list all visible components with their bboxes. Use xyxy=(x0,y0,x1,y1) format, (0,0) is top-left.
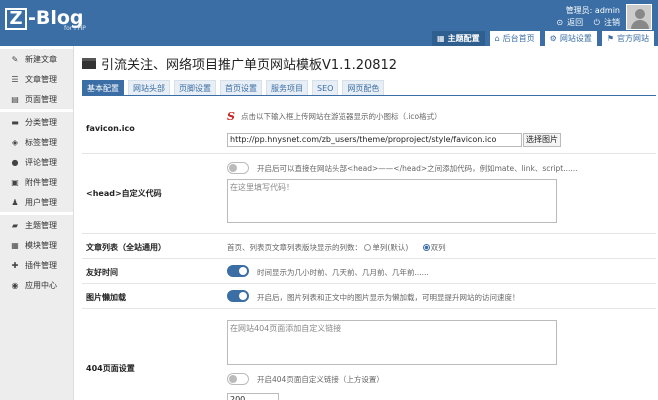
settings-icon: ⚙ xyxy=(549,34,557,43)
user-label: 管理员: admin xyxy=(565,6,620,15)
page-title: 引流关注、网络项目推广单页网站模板V1.1.20812 xyxy=(82,46,656,80)
tab-admin-home[interactable]: ⌂ 后台首页 xyxy=(489,31,540,46)
edit-icon: ✎ xyxy=(11,54,19,64)
tab-services[interactable]: 服务项目 xyxy=(266,80,308,95)
top-header: Z -Blog for PHP 管理员: admin ⊙ 返回 ⏻ 注销 ▦ 主题配置… xyxy=(0,0,658,46)
tab-site-settings[interactable]: ⚙ 网站设置 xyxy=(544,31,597,46)
sidebar-item-tags[interactable]: ◈ 标签管理 xyxy=(0,132,73,152)
sidebar-item-articles[interactable]: ☰ 文章管理 xyxy=(0,69,73,89)
head-code-label: <head>自定义代码 xyxy=(86,189,162,198)
back-link[interactable]: ⊙ 返回 xyxy=(552,18,583,27)
sidebar-item-pages[interactable]: ▤ 页面管理 xyxy=(0,89,73,109)
sidebar-item-app-center[interactable]: ◉ 应用中心 xyxy=(0,275,73,295)
page404-row: 404页面设置 在网站404页面添加自定义链接 开启404页面自定义链接（上方设… xyxy=(82,309,656,400)
logo-subtitle: for PHP xyxy=(64,25,86,32)
tab-official-site[interactable]: ⚑ 官方网站 xyxy=(601,31,654,46)
logout-link[interactable]: ⏻ 注销 xyxy=(590,18,620,27)
tab-homepage[interactable]: 首页设置 xyxy=(220,80,262,95)
radio-single-indicator xyxy=(364,244,372,251)
logo-letter: Z xyxy=(5,8,27,30)
sidebar: ✎ 新建文章 ☰ 文章管理 ▤ 页面管理 ▬ 分类管理 ◈ 标签管理 ● 评论管理 ▣ 附件管… xyxy=(0,46,74,400)
favicon-hint: 点击以下输入框上传网站在游览器显示的小图标（.ico格式） xyxy=(240,112,442,121)
page-icon: ▤ xyxy=(11,94,19,104)
list-mode-label: 文章列表（全站通用） xyxy=(86,243,166,252)
flag-icon: ⚑ xyxy=(606,34,614,43)
lazy-load-toggle[interactable] xyxy=(227,290,249,302)
config-tabs: 基本配置 网站头部 页脚设置 首页设置 服务项目 SEO 网页配色 xyxy=(82,80,656,96)
tag-icon: ◈ xyxy=(11,137,19,147)
sidebar-item-users[interactable]: ♟ 用户管理 xyxy=(0,192,73,212)
main-content: 引流关注、网络项目推广单页网站模板V1.1.20812 基本配置 网站头部 页脚… xyxy=(82,46,656,400)
app-center-icon: ◉ xyxy=(11,280,19,290)
back-icon: ⊙ xyxy=(556,18,564,27)
comment-icon: ● xyxy=(11,157,19,167)
favicon-row: favicon.ico S 点击以下输入框上传网站在游览器显示的小图标（.ico格… xyxy=(82,104,656,154)
power-icon: ⏻ xyxy=(593,18,600,27)
top-tabs: ▦ 主题配置 ⌂ 后台首页 ⚙ 网站设置 ⚑ 官方网站 xyxy=(427,31,654,46)
sidebar-item-themes[interactable]: ▰ 主题管理 xyxy=(0,215,73,235)
tab-theme-config[interactable]: ▦ 主题配置 xyxy=(432,31,485,46)
page404-label: 404页面设置 xyxy=(86,364,135,373)
folder-icon: ▬ xyxy=(11,117,19,127)
page404-toggle[interactable] xyxy=(227,373,249,385)
tab-basic-config[interactable]: 基本配置 xyxy=(82,80,124,95)
lazy-load-hint: 开启后，图片列表和正文中的图片显示为懒加载，可明显提升网站的访问速度！ xyxy=(257,293,520,302)
sidebar-item-plugins[interactable]: ✚ 插件管理 xyxy=(0,255,73,275)
sidebar-item-comments[interactable]: ● 评论管理 xyxy=(0,152,73,172)
radio-single-column[interactable]: 单列(默认) xyxy=(364,243,408,252)
radio-double-column[interactable]: 双列 xyxy=(422,243,446,252)
friendly-time-row: 友好时间 时间显示为几小时前、几天前、几月前、几年前...... xyxy=(82,259,656,284)
sidebar-item-attachments[interactable]: ▣ 附件管理 xyxy=(0,172,73,192)
tab-site-header[interactable]: 网站头部 xyxy=(128,80,170,95)
favicon-url-input[interactable]: http://pp.hnysnet.com/zb_users/theme/pro… xyxy=(227,133,522,147)
tab-seo[interactable]: SEO xyxy=(312,80,339,95)
user-block: 管理员: admin ⊙ 返回 ⏻ 注销 xyxy=(548,5,620,29)
friendly-time-toggle[interactable] xyxy=(227,265,249,277)
grid-icon: ▦ xyxy=(437,34,445,43)
head-code-hint: 开启后可以直接在网站头部<head>——</head>之间添加代码，例如mate… xyxy=(257,164,578,173)
head-code-row: <head>自定义代码 开启后可以直接在网站头部<head>——</head>之… xyxy=(82,154,656,234)
page404-delay-input[interactable]: 200 xyxy=(227,393,279,400)
lazy-load-row: 图片懒加载 开启后，图片列表和正文中的图片显示为懒加载，可明显提升网站的访问速度… xyxy=(82,284,656,309)
attachment-icon: ▣ xyxy=(11,177,19,187)
window-icon xyxy=(82,57,96,69)
radio-double-indicator xyxy=(422,244,430,251)
plugin-icon: ✚ xyxy=(11,260,19,270)
tab-colors[interactable]: 网页配色 xyxy=(342,80,385,95)
home-icon: ⌂ xyxy=(494,34,500,43)
friendly-time-label: 友好时间 xyxy=(86,268,118,277)
head-code-textarea[interactable]: 在这里填写代码！ xyxy=(227,179,557,223)
list-mode-hint: 首页、列表页文章列表版块显示的列数： xyxy=(227,243,362,252)
user-icon: ♟ xyxy=(11,197,19,207)
sidebar-item-new-article[interactable]: ✎ 新建文章 xyxy=(0,49,73,69)
head-code-toggle[interactable] xyxy=(227,162,249,174)
choose-image-button[interactable]: 选择图片 xyxy=(523,133,561,147)
list-mode-row: 文章列表（全站通用） 首页、列表页文章列表版块显示的列数： 单列(默认) 双列 xyxy=(82,234,656,259)
lazy-load-label: 图片懒加载 xyxy=(86,293,126,302)
favicon-label: favicon.ico xyxy=(86,124,135,133)
zblog-small-logo: S xyxy=(227,110,235,123)
sidebar-item-modules[interactable]: ▦ 模块管理 xyxy=(0,235,73,255)
module-icon: ▦ xyxy=(11,240,19,250)
list-icon: ☰ xyxy=(11,74,19,84)
avatar[interactable] xyxy=(626,4,652,30)
theme-icon: ▰ xyxy=(11,220,19,230)
page404-toggle-hint: 开启404页面自定义链接（上方设置） xyxy=(257,375,384,384)
page404-textarea[interactable]: 在网站404页面添加自定义链接 xyxy=(227,320,557,365)
tab-footer[interactable]: 页脚设置 xyxy=(174,80,216,95)
friendly-time-hint: 时间显示为几小时前、几天前、几月前、几年前...... xyxy=(257,268,429,277)
sidebar-item-categories[interactable]: ▬ 分类管理 xyxy=(0,112,73,132)
